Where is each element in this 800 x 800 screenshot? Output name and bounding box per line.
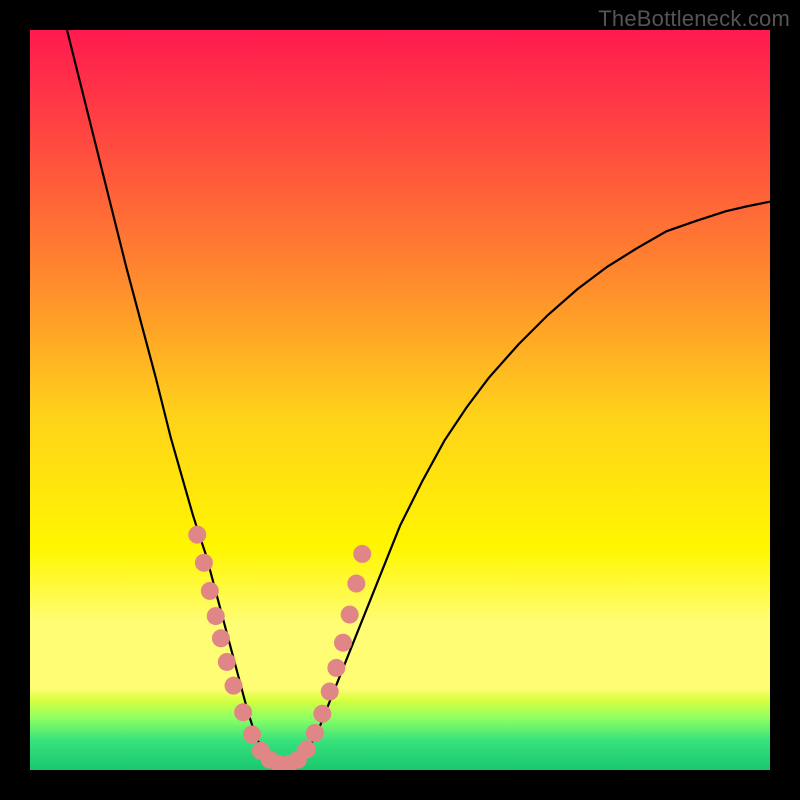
overlay-marker bbox=[201, 582, 219, 600]
overlay-marker bbox=[334, 634, 352, 652]
overlay-marker bbox=[218, 653, 236, 671]
overlay-marker bbox=[313, 705, 331, 723]
overlay-marker bbox=[347, 575, 365, 593]
overlay-marker bbox=[298, 740, 316, 758]
overlay-marker bbox=[243, 725, 261, 743]
chart-plot bbox=[30, 30, 770, 770]
overlay-marker bbox=[188, 526, 206, 544]
overlay-marker bbox=[353, 545, 371, 563]
overlay-marker bbox=[225, 677, 243, 695]
overlay-marker bbox=[207, 607, 225, 625]
overlay-marker bbox=[212, 629, 230, 647]
overlay-marker bbox=[195, 554, 213, 572]
overlay-marker bbox=[327, 659, 345, 677]
overlay-marker bbox=[234, 703, 252, 721]
chart-frame: TheBottleneck.com bbox=[0, 0, 800, 800]
overlay-marker bbox=[306, 724, 324, 742]
overlay-marker bbox=[321, 683, 339, 701]
chart-background bbox=[30, 30, 770, 770]
overlay-marker bbox=[341, 606, 359, 624]
watermark-text: TheBottleneck.com bbox=[598, 6, 790, 32]
